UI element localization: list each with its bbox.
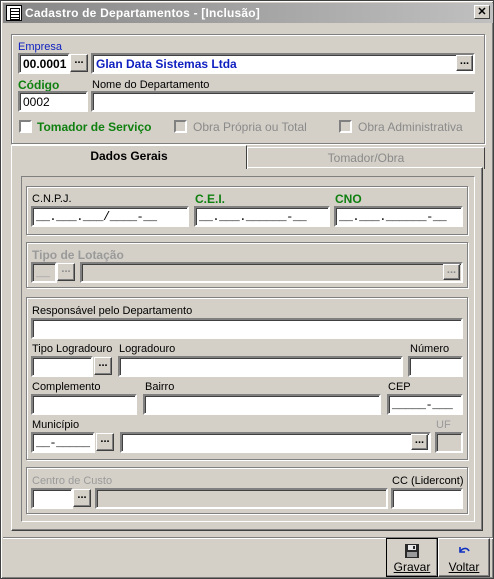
tipo-lotacao-desc-lookup: ... <box>443 264 460 280</box>
empresa-code-input[interactable]: 00.0001 <box>18 53 70 74</box>
logradouro-input[interactable] <box>118 356 403 377</box>
complemento-input[interactable] <box>31 394 137 415</box>
obra-adm-label: Obra Administrativa <box>358 120 463 134</box>
title-bar: Cadastro de Departamentos - [Inclusão] ✕ <box>3 3 493 23</box>
gravar-button[interactable]: Gravar <box>386 538 438 577</box>
codigo-label: Código <box>18 78 60 92</box>
nome-input[interactable] <box>91 91 475 112</box>
obra-propria-checkbox <box>174 120 187 133</box>
municipio-code-input[interactable]: __-_____ <box>31 432 95 453</box>
window-title: Cadastro de Departamentos - [Inclusão] <box>25 6 260 20</box>
uf-label: UF <box>436 419 451 431</box>
centro-custo-label: Centro de Custo <box>32 475 113 487</box>
tomador-label: Tomador de Serviço <box>37 120 152 134</box>
centro-custo-lookup-button[interactable]: ... <box>73 489 91 507</box>
tipo-logradouro-lookup-button[interactable]: ... <box>94 357 112 375</box>
voltar-button[interactable]: Voltar <box>438 538 490 577</box>
municipio-label: Município <box>32 419 80 431</box>
undo-arrow-icon <box>459 547 470 553</box>
municipio-name-lookup[interactable]: ... <box>411 434 428 450</box>
centro-custo-desc <box>95 488 388 509</box>
cnpj-label: C.N.P.J. <box>32 193 72 205</box>
tab-dados-gerais[interactable]: Dados Gerais <box>11 145 247 169</box>
tipo-lotacao-input: __ <box>31 262 57 283</box>
empresa-lookup-button[interactable]: ... <box>70 54 88 72</box>
empresa-label: Empresa <box>18 41 63 53</box>
centro-custo-input[interactable] <box>31 488 73 509</box>
cep-label: CEP <box>388 381 411 393</box>
nome-label: Nome do Departamento <box>92 79 210 91</box>
responsavel-input[interactable] <box>31 318 463 339</box>
tab-tomador-obra[interactable]: Tomador/Obra <box>247 147 485 169</box>
numero-label: Número <box>410 343 450 355</box>
gravar-label: Gravar <box>393 560 431 574</box>
complemento-label: Complemento <box>32 381 101 393</box>
empresa-name-lookup-button[interactable]: ... <box>456 55 473 71</box>
obra-propria-label: Obra Própria ou Total <box>193 120 307 134</box>
cei-input[interactable]: __.___.______-__ <box>194 206 330 227</box>
tipo-lotacao-lookup-button: ... <box>57 263 75 281</box>
responsavel-label: Responsável pelo Departamento <box>32 305 193 317</box>
tipo-lotacao-desc <box>80 262 463 283</box>
logradouro-label: Logradouro <box>119 343 176 355</box>
tomador-checkbox[interactable] <box>19 120 32 133</box>
municipio-lookup-button[interactable]: ... <box>96 433 114 451</box>
cei-label: C.E.I. <box>195 192 226 206</box>
tipo-lotacao-label: Tipo de Lotação <box>32 248 124 262</box>
municipio-name-field[interactable] <box>120 432 431 453</box>
bairro-input[interactable] <box>143 394 381 415</box>
app-icon <box>6 5 22 21</box>
numero-input[interactable] <box>408 356 463 377</box>
floppy-disk-icon <box>405 544 419 558</box>
cc-lidercont-label: CC (Lidercont) <box>392 475 464 487</box>
close-button[interactable]: ✕ <box>474 5 490 19</box>
empresa-name-field: Glan Data Sistemas Ltda <box>91 53 475 74</box>
cnpj-input[interactable]: __.___.___/____-__ <box>31 206 189 227</box>
obra-adm-checkbox <box>339 120 352 133</box>
bairro-label: Bairro <box>145 381 175 393</box>
uf-field <box>435 432 463 453</box>
voltar-label: Voltar <box>448 560 480 574</box>
cep-input[interactable]: _____-___ <box>387 394 463 415</box>
dialog-window: Cadastro de Departamentos - [Inclusão] ✕… <box>0 0 494 579</box>
codigo-input[interactable]: 0002 <box>18 91 88 112</box>
tipo-logradouro-label: Tipo Logradouro <box>32 343 113 355</box>
cc-lidercont-input[interactable] <box>391 488 463 509</box>
tipo-logradouro-input[interactable] <box>31 356 93 377</box>
cno-label: CNO <box>335 192 362 206</box>
cno-input[interactable]: __.___.______-__ <box>334 206 463 227</box>
